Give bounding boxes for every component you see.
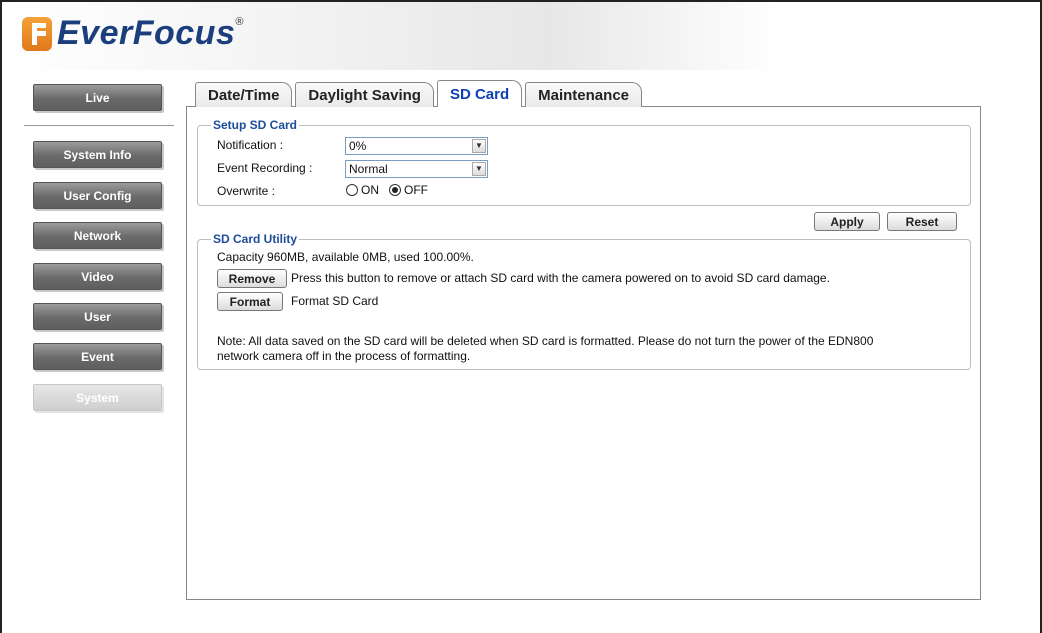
tab-date-time[interactable]: Date/Time	[195, 82, 293, 107]
sd-card-utility-title: SD Card Utility	[211, 232, 300, 246]
tab-sd-card[interactable]: SD Card	[436, 80, 523, 107]
sidebar-item-system[interactable]: System	[33, 384, 162, 411]
sd-card-utility-group: SD Card Utility Capacity 960MB, availabl…	[197, 232, 971, 370]
remove-button[interactable]: Remove	[217, 269, 287, 288]
event-recording-select[interactable]: Normal ▼	[345, 160, 488, 178]
sidebar-item-user-config[interactable]: User Config	[33, 182, 162, 209]
sidebar-item-video[interactable]: Video	[33, 263, 162, 290]
window-frame-left	[0, 0, 2, 633]
radio-checked-icon[interactable]	[389, 184, 401, 196]
overwrite-label: Overwrite :	[217, 184, 276, 198]
event-recording-label: Event Recording :	[217, 161, 313, 175]
remove-description: Press this button to remove or attach SD…	[291, 271, 830, 285]
notification-value: 0%	[349, 139, 367, 153]
chevron-down-icon[interactable]: ▼	[472, 139, 486, 153]
everfocus-logo: EverFocus ®	[22, 14, 243, 53]
sidebar-item-system-info[interactable]: System Info	[33, 141, 162, 168]
sidebar-item-user[interactable]: User	[33, 303, 162, 330]
setup-sd-card-title: Setup SD Card	[211, 118, 300, 132]
event-recording-value: Normal	[349, 162, 388, 176]
tab-bar: Date/Time Daylight Saving SD Card Mainte…	[195, 80, 645, 107]
reset-button[interactable]: Reset	[887, 212, 957, 231]
sidebar-item-event[interactable]: Event	[33, 343, 162, 370]
sidebar-item-network[interactable]: Network	[33, 222, 162, 249]
capacity-text: Capacity 960MB, available 0MB, used 100.…	[217, 250, 474, 264]
notification-label: Notification :	[217, 138, 284, 152]
overwrite-radio-group: ON OFF	[346, 183, 438, 197]
sidebar-item-live[interactable]: Live	[33, 84, 162, 111]
sidebar-divider	[24, 125, 174, 126]
overwrite-on-radio[interactable]: ON	[346, 183, 379, 197]
everfocus-logo-icon	[22, 16, 52, 51]
radio-unchecked-icon[interactable]	[346, 184, 358, 196]
registered-mark: ®	[235, 16, 244, 28]
overwrite-on-label: ON	[361, 183, 379, 197]
apply-button[interactable]: Apply	[814, 212, 880, 231]
tab-daylight-saving[interactable]: Daylight Saving	[295, 82, 434, 107]
setup-sd-card-group: Setup SD Card Notification : 0% ▼ Event …	[197, 118, 971, 206]
header-banner: EverFocus ®	[2, 2, 782, 70]
brand-name: EverFocus	[57, 14, 236, 52]
overwrite-off-label: OFF	[404, 183, 428, 197]
tab-maintenance[interactable]: Maintenance	[525, 82, 642, 107]
format-note-line1: Note: All data saved on the SD card will…	[217, 334, 874, 348]
format-button[interactable]: Format	[217, 292, 283, 311]
overwrite-off-radio[interactable]: OFF	[389, 183, 428, 197]
chevron-down-icon[interactable]: ▼	[472, 162, 486, 176]
format-description: Format SD Card	[291, 294, 379, 308]
notification-select[interactable]: 0% ▼	[345, 137, 488, 155]
format-note-line2: network camera off in the process of for…	[217, 349, 471, 363]
